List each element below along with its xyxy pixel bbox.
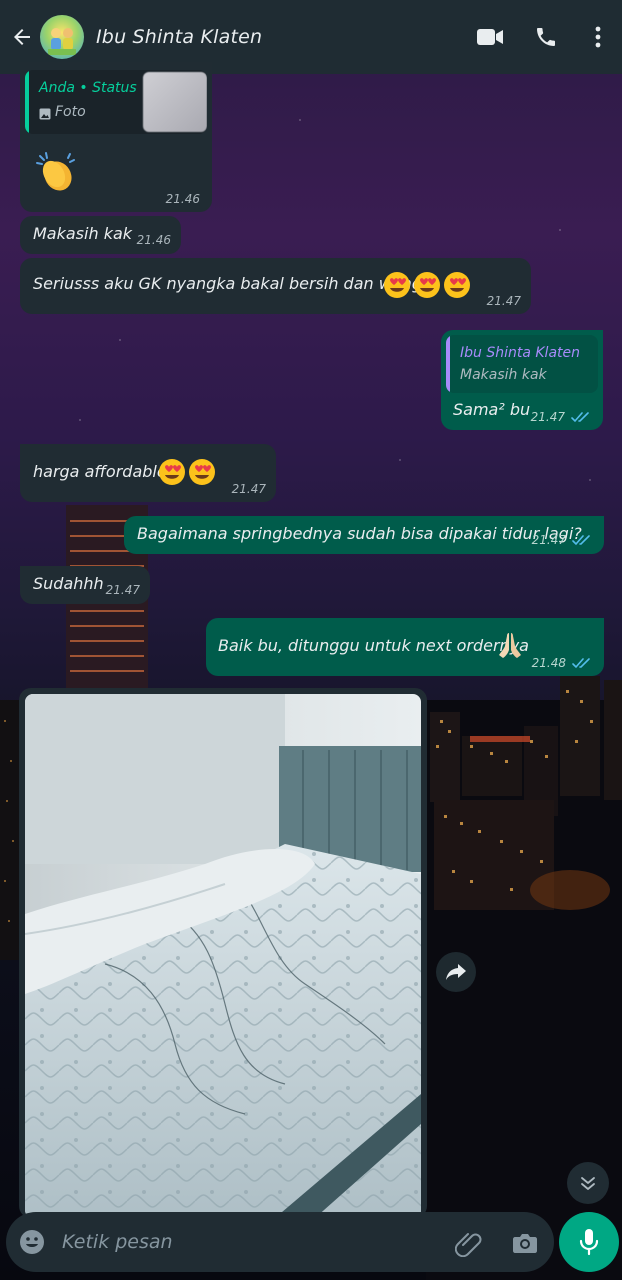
camera-button[interactable]	[510, 1228, 540, 1258]
more-options-button[interactable]	[574, 0, 622, 74]
message-text: Makasih kak	[33, 224, 133, 243]
forward-button[interactable]	[436, 952, 476, 992]
message-text: Bagaimana springbednya sudah bisa dipaka…	[137, 524, 582, 543]
message-time: 21.47	[531, 533, 566, 547]
message-bubble-outgoing-reply[interactable]: Ibu Shinta Klaten Makasih kak Sama² bu 2…	[441, 330, 603, 430]
message-time: 21.47	[231, 482, 266, 496]
paperclip-icon	[455, 1233, 482, 1257]
double-chevron-down-icon	[581, 1177, 595, 1190]
kebab-menu-icon	[595, 26, 601, 48]
video-call-button[interactable]	[462, 0, 518, 74]
message-text: harga affordable	[33, 462, 167, 481]
message-bubble[interactable]: Seriusss aku GK nyangka bakal bersih dan…	[20, 258, 531, 314]
quoted-text: Makasih kak	[460, 367, 547, 383]
contact-avatar[interactable]	[40, 15, 84, 59]
message-bubble[interactable]: harga affordable 21.47	[20, 444, 276, 502]
heart-eyes-emoji-group	[157, 457, 219, 487]
quoted-author: Ibu Shinta Klaten	[460, 345, 581, 361]
heart-eyes-emoji-group	[382, 270, 474, 300]
message-bubble[interactable]: Makasih kak 21.46	[20, 216, 181, 254]
message-bubble-outgoing[interactable]: Bagaimana springbednya sudah bisa dipaka…	[124, 516, 604, 554]
message-bubble[interactable]: Sudahhh 21.47	[20, 566, 150, 604]
folded-hands-emoji	[499, 633, 521, 658]
message-input[interactable]	[62, 1226, 442, 1258]
quoted-status-thumbnail	[143, 72, 207, 132]
quoted-text: Foto	[55, 104, 86, 120]
quoted-author: Anda • Status	[39, 80, 137, 96]
clapping-hands-emoji	[36, 152, 75, 191]
image-message[interactable]	[19, 688, 427, 1218]
message-time: 21.48	[531, 656, 566, 670]
message-bubble-status-reply[interactable]: Anda • Status Foto 21.46	[20, 62, 212, 212]
microphone-icon	[579, 1229, 599, 1256]
voice-message-button[interactable]	[559, 1212, 619, 1272]
message-time: 21.47	[105, 583, 140, 597]
message-time: 21.47	[530, 410, 565, 424]
emoji-smiley-icon	[20, 1230, 44, 1254]
quoted-message[interactable]: Ibu Shinta Klaten Makasih kak	[446, 335, 598, 393]
emoji-button[interactable]	[18, 1228, 46, 1256]
message-text: Sudahhh	[33, 574, 104, 593]
message-time: 21.47	[486, 294, 521, 308]
video-camera-icon	[477, 29, 503, 45]
read-receipt-icon	[572, 658, 590, 669]
message-composer	[6, 1212, 554, 1272]
contact-name[interactable]: Ibu Shinta Klaten	[96, 26, 462, 48]
camera-icon	[513, 1234, 537, 1253]
scroll-to-bottom-button[interactable]	[567, 1162, 609, 1204]
voice-call-button[interactable]	[518, 0, 574, 74]
message-text: Baik bu, ditunggu untuk next ordernya	[218, 636, 529, 655]
message-text: Seriusss aku GK nyangka bakal bersih dan…	[33, 274, 427, 293]
back-arrow-icon	[14, 29, 30, 45]
attach-button[interactable]	[454, 1228, 484, 1258]
read-receipt-icon	[571, 412, 589, 423]
quoted-status[interactable]: Anda • Status Foto	[25, 70, 207, 134]
message-time: 21.46	[165, 192, 200, 206]
photo-icon	[39, 108, 51, 120]
message-time: 21.46	[136, 233, 171, 247]
phone-icon	[537, 28, 555, 46]
mattress-photo[interactable]	[25, 694, 421, 1218]
message-text: Sama² bu	[453, 400, 531, 419]
message-bubble-outgoing[interactable]: Baik bu, ditunggu untuk next ordernya 21…	[206, 618, 604, 676]
forward-arrow-icon	[446, 964, 466, 980]
read-receipt-icon	[572, 535, 590, 546]
